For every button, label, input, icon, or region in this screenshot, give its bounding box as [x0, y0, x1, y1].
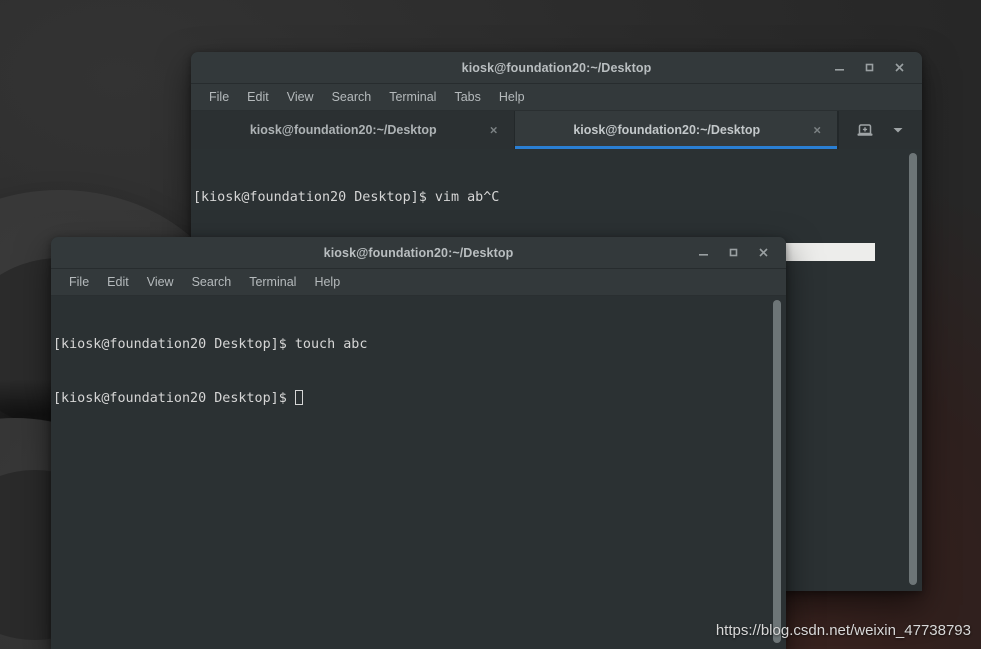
- front-scrollbar-thumb[interactable]: [773, 300, 781, 643]
- terminal-prompt-1: [kiosk@foundation20 Desktop]$: [53, 337, 295, 352]
- menu-item-search[interactable]: Search: [183, 269, 241, 296]
- back-terminal-scrollbar[interactable]: [909, 153, 917, 585]
- terminal-command-1: touch abc: [294, 337, 368, 352]
- front-terminal-content[interactable]: [kiosk@foundation20 Desktop]$ touch abc …: [51, 296, 786, 649]
- front-window-button-group: [688, 237, 786, 268]
- close-icon[interactable]: [748, 238, 778, 268]
- menu-item-edit[interactable]: Edit: [238, 84, 278, 111]
- desktop-screen: kiosk@foundation20:~/Desktop File Edit V…: [0, 0, 981, 649]
- terminal-cursor: [294, 390, 303, 405]
- menu-item-file[interactable]: File: [60, 269, 98, 296]
- watermark-text: https://blog.csdn.net/weixin_47738793: [715, 622, 971, 639]
- menu-item-terminal[interactable]: Terminal: [380, 84, 445, 111]
- maximize-icon[interactable]: [718, 238, 748, 268]
- menu-item-tabs[interactable]: Tabs: [445, 84, 489, 111]
- front-terminal-scrollbar[interactable]: [773, 300, 781, 643]
- minimize-icon[interactable]: [824, 53, 854, 83]
- terminal-window-front[interactable]: kiosk@foundation20:~/Desktop File Edit V…: [51, 237, 786, 649]
- tab-1-close-icon[interactable]: ×: [813, 124, 821, 137]
- close-icon[interactable]: [884, 53, 914, 83]
- menu-item-help[interactable]: Help: [305, 269, 349, 296]
- front-window-menubar[interactable]: File Edit View Search Terminal Help: [51, 269, 786, 296]
- maximize-icon[interactable]: [854, 53, 884, 83]
- terminal-command-1: vim ab^C: [434, 190, 500, 205]
- back-window-button-group: [824, 52, 922, 83]
- chevron-down-icon[interactable]: [891, 123, 905, 137]
- back-window-titlebar[interactable]: kiosk@foundation20:~/Desktop: [191, 52, 922, 84]
- minimize-icon[interactable]: [688, 238, 718, 268]
- tab-0-label: kiosk@foundation20:~/Desktop: [249, 123, 437, 137]
- menu-item-search[interactable]: Search: [323, 84, 381, 111]
- front-window-title: kiosk@foundation20:~/Desktop: [323, 245, 514, 260]
- tab-0-close-icon[interactable]: ×: [490, 124, 498, 137]
- front-terminal-text: [kiosk@foundation20 Desktop]$ touch abc …: [51, 296, 786, 444]
- tab-0[interactable]: kiosk@foundation20:~/Desktop ×: [191, 111, 515, 149]
- tab-1-label: kiosk@foundation20:~/Desktop: [573, 123, 761, 137]
- menu-item-file[interactable]: File: [200, 84, 238, 111]
- tab-1[interactable]: kiosk@foundation20:~/Desktop ×: [514, 111, 838, 149]
- menu-item-edit[interactable]: Edit: [98, 269, 138, 296]
- front-window-titlebar[interactable]: kiosk@foundation20:~/Desktop: [51, 237, 786, 269]
- terminal-prompt-1: [kiosk@foundation20 Desktop]$: [193, 190, 435, 205]
- terminal-line-1: [kiosk@foundation20 Desktop]$ vim ab^C: [193, 189, 922, 207]
- tab-bar-actions: [838, 111, 922, 149]
- terminal-line-2: [kiosk@foundation20 Desktop]$: [53, 390, 786, 408]
- terminal-line-1: [kiosk@foundation20 Desktop]$ touch abc: [53, 336, 786, 354]
- back-scrollbar-thumb[interactable]: [909, 153, 917, 585]
- menu-item-help[interactable]: Help: [490, 84, 534, 111]
- menu-item-view[interactable]: View: [138, 269, 183, 296]
- menu-item-terminal[interactable]: Terminal: [240, 269, 305, 296]
- new-tab-icon[interactable]: [856, 121, 874, 139]
- back-window-menubar[interactable]: File Edit View Search Terminal Tabs Help: [191, 84, 922, 111]
- tab-bar[interactable]: kiosk@foundation20:~/Desktop × kiosk@fou…: [191, 111, 922, 149]
- menu-item-view[interactable]: View: [278, 84, 323, 111]
- terminal-prompt-2: [kiosk@foundation20 Desktop]$: [53, 391, 295, 406]
- back-window-title: kiosk@foundation20:~/Desktop: [461, 60, 652, 75]
